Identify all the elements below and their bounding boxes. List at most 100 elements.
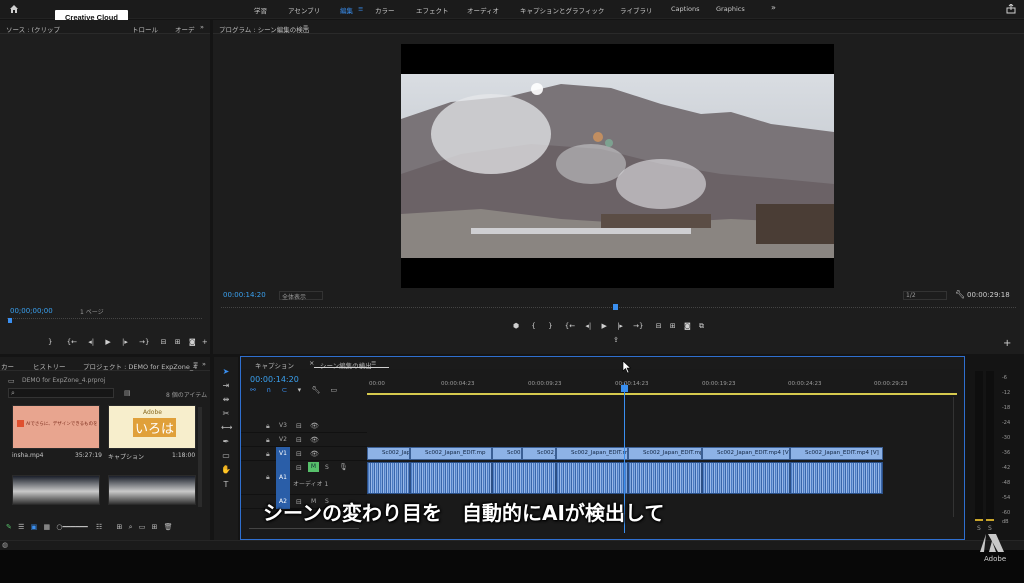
- audio-clip[interactable]: [410, 462, 492, 494]
- rectangle-tool-icon[interactable]: ▭: [221, 451, 231, 461]
- solo-left-button[interactable]: S: [977, 525, 981, 532]
- workspace-tab-graphics[interactable]: Graphics: [716, 5, 745, 13]
- source-timecode[interactable]: 00;00;00;00: [10, 307, 53, 315]
- pen-tool-icon[interactable]: ✒: [221, 437, 231, 447]
- extract-icon[interactable]: ⊞: [670, 322, 676, 330]
- sync-lock-icon[interactable]: ⊟: [296, 436, 302, 444]
- audio-clip[interactable]: [628, 462, 702, 494]
- zoom-slider[interactable]: ○━━━━━━: [56, 523, 87, 531]
- source-scrubber[interactable]: [7, 318, 202, 330]
- snap-icon[interactable]: ∩: [266, 386, 271, 394]
- sync-lock-icon[interactable]: ⊟: [296, 464, 302, 472]
- share-icon[interactable]: [1006, 3, 1016, 14]
- go-to-in-icon[interactable]: {←: [67, 338, 77, 346]
- track-label[interactable]: A1: [276, 461, 290, 495]
- hand-tool-icon[interactable]: ✋: [221, 465, 231, 475]
- razor-tool-icon[interactable]: ✂: [221, 409, 231, 419]
- mute-button[interactable]: M: [308, 462, 319, 472]
- insert-icon[interactable]: ⊟: [161, 338, 167, 346]
- mark-out-icon[interactable]: }: [48, 338, 52, 346]
- eye-icon[interactable]: 👁︎: [310, 450, 319, 458]
- source-playhead-icon[interactable]: [8, 318, 12, 323]
- audio-clip[interactable]: [702, 462, 790, 494]
- freeform-view-icon[interactable]: ▦: [43, 523, 50, 531]
- lift-icon[interactable]: ⊟: [656, 322, 662, 330]
- effect-controls-tab[interactable]: トロール: [132, 24, 158, 34]
- track-select-tool-icon[interactable]: ⇥: [221, 381, 231, 391]
- add-button-icon[interactable]: +: [1003, 338, 1011, 349]
- workspace-tab-audio[interactable]: オーディオ: [467, 5, 499, 15]
- video-clip[interactable]: Sc002_Jap: [367, 447, 410, 460]
- project-scrollbar[interactable]: [198, 407, 202, 507]
- program-tab[interactable]: プログラム : シーン編集の検出: [219, 24, 309, 34]
- slip-tool-icon[interactable]: ⟷: [221, 423, 232, 433]
- settings-icon[interactable]: 🔧︎: [311, 386, 320, 394]
- timeline-vscroll[interactable]: [953, 397, 957, 517]
- panel-overflow-icon[interactable]: »: [202, 360, 206, 368]
- video-clip[interactable]: Sc002_Japan_EDIT.mp: [410, 447, 492, 460]
- eye-icon[interactable]: 👁︎: [310, 436, 319, 444]
- libraries-tab[interactable]: カー: [1, 361, 14, 371]
- audio-clip[interactable]: [367, 462, 410, 494]
- source-tab[interactable]: ソース : (クリップ: [6, 24, 60, 34]
- timeline-timecode[interactable]: 00:00:14:20: [250, 375, 299, 384]
- project-search-input[interactable]: ⌕: [8, 388, 114, 398]
- list-view-icon[interactable]: ☰: [18, 523, 24, 531]
- thumbnail-clip[interactable]: [108, 475, 196, 505]
- playhead-handle-icon[interactable]: [621, 385, 628, 392]
- panel-menu-icon[interactable]: ≡: [193, 360, 198, 368]
- project-tab[interactable]: プロジェクト : DEMO for ExpZone_4: [83, 361, 197, 371]
- new-bin-icon[interactable]: ▭: [139, 523, 146, 531]
- sync-lock-icon[interactable]: ⊟: [296, 422, 302, 430]
- export-frame-icon[interactable]: ◙: [189, 338, 196, 346]
- lock-icon[interactable]: 🔒︎: [266, 422, 270, 431]
- nest-icon[interactable]: ⚯: [250, 386, 256, 394]
- captions-track-icon[interactable]: ▭: [330, 386, 337, 394]
- thumbnail-insha[interactable]: AIでさらに、デザインできるものを: [12, 405, 100, 449]
- workspace-tab-captions[interactable]: Captions: [671, 5, 700, 13]
- video-clip[interactable]: Sc002_J: [492, 447, 522, 460]
- thumbnail-caption[interactable]: Adobe いろは: [108, 405, 196, 449]
- sync-lock-icon[interactable]: ⊟: [296, 450, 302, 458]
- video-clip[interactable]: Sc002_Japan_EDIT.mp4 [V]: [702, 447, 790, 460]
- video-clip[interactable]: Sc002_Japan_EDIT.mp4 [V]: [790, 447, 883, 460]
- workspace-tab-effects[interactable]: エフェクト: [416, 5, 449, 15]
- sort-icon[interactable]: ☷: [96, 523, 102, 531]
- video-clip[interactable]: Sc002_: [522, 447, 556, 460]
- lock-icon[interactable]: 🔒︎: [266, 436, 270, 445]
- new-bin-icon[interactable]: ▤: [124, 389, 131, 397]
- program-playhead-icon[interactable]: [613, 304, 618, 310]
- mark-out-icon[interactable]: }: [548, 322, 552, 330]
- zoom-fit-select[interactable]: 全体表示: [279, 291, 323, 301]
- go-to-in-icon[interactable]: {←: [565, 322, 575, 330]
- thumbnail-clip[interactable]: [12, 475, 100, 505]
- mark-in-icon[interactable]: {: [531, 322, 535, 330]
- video-clip[interactable]: Sc002_Japan_EDIT.mp: [628, 447, 702, 460]
- audio-clip[interactable]: [790, 462, 883, 494]
- step-back-icon[interactable]: ◂|: [88, 338, 94, 346]
- audio-clip[interactable]: [492, 462, 556, 494]
- program-menu-icon[interactable]: ≡: [303, 23, 308, 31]
- workspace-tab-assembly[interactable]: アセンブリ: [288, 5, 320, 15]
- pencil-icon[interactable]: ✎: [6, 523, 12, 531]
- solo-button[interactable]: S: [325, 464, 329, 471]
- workspace-tab-edit[interactable]: 編集: [340, 5, 353, 15]
- add-marker-icon[interactable]: ▾: [298, 386, 302, 394]
- program-timecode[interactable]: 00:00:14:20: [223, 291, 266, 299]
- workspace-tab-learn[interactable]: 学習: [254, 5, 267, 15]
- automate-icon[interactable]: ⊞: [117, 523, 123, 531]
- workspace-tab-libraries[interactable]: ライブラリ: [620, 5, 653, 15]
- add-button-icon[interactable]: +: [202, 338, 208, 346]
- linked-selection-icon[interactable]: ⊂: [281, 386, 287, 394]
- tab-menu-icon[interactable]: ≡: [371, 359, 376, 367]
- sequence-tab[interactable]: シーン編集の検出: [320, 360, 372, 370]
- wrench-icon[interactable]: 🔧︎: [955, 290, 965, 299]
- workspace-overflow-icon[interactable]: »: [771, 3, 776, 12]
- program-scrubber[interactable]: [221, 307, 1016, 317]
- delete-icon[interactable]: 🗑︎: [164, 523, 173, 531]
- go-to-out-icon[interactable]: →}: [139, 338, 149, 346]
- new-item-icon[interactable]: ⊞: [152, 523, 158, 531]
- ripple-edit-tool-icon[interactable]: ⇹: [221, 395, 231, 405]
- comparison-view-icon[interactable]: ⧉: [699, 322, 704, 331]
- workspace-menu-icon[interactable]: ≡: [358, 5, 363, 13]
